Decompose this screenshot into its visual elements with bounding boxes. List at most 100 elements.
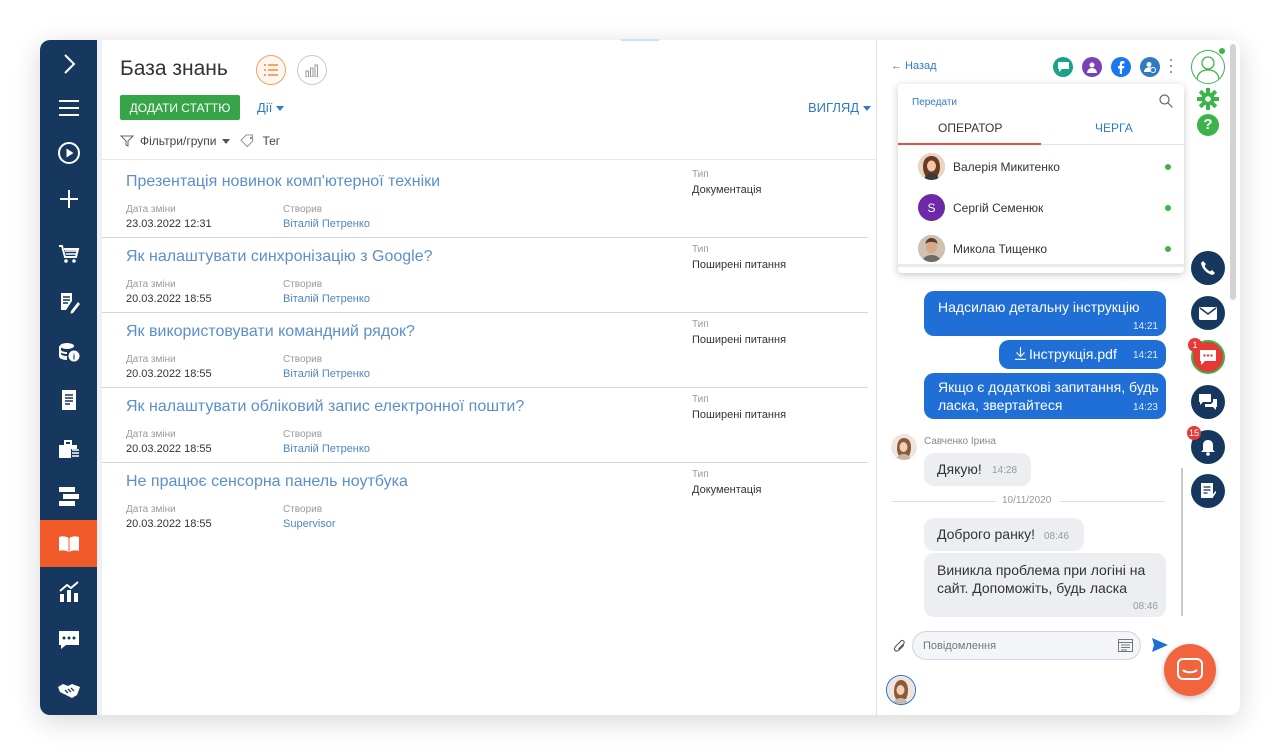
view-menu[interactable]: ВИГЛЯД [808,100,872,115]
message-input-wrapper [912,631,1141,660]
operator-name: Микола Тищенко [953,242,1048,256]
type-value: Поширені питання [692,409,787,421]
facebook-icon[interactable] [1111,57,1131,77]
date-value: 20.03.2022 18:55 [126,368,212,380]
file-attachment[interactable]: Інструкція.pdf [1015,345,1117,363]
author-link[interactable]: Віталій Петренко [283,368,370,380]
attachment-icon[interactable] [893,639,907,653]
tasks-button[interactable] [1191,474,1225,508]
author-link[interactable]: Supervisor [283,518,336,530]
date-value: 20.03.2022 18:55 [126,443,212,455]
date-label: Дата зміни [126,429,176,440]
list-view-button[interactable] [256,55,286,85]
list-item[interactable]: Не працює сенсорна панель ноутбука Дата … [102,462,868,537]
back-link[interactable]: ← Назад [891,60,937,72]
article-title[interactable]: Як використовувати командний рядок? [126,323,415,341]
feed-icon [1199,394,1217,410]
message-text-line1: Виникла проблема при логіні на [937,562,1146,578]
users-icon[interactable] [1082,57,1102,77]
template-icon[interactable] [1118,639,1133,652]
agent-avatar[interactable] [886,675,916,705]
type-label: Тип [692,394,709,405]
author-link[interactable]: Віталій Петренко [283,218,370,230]
list-item[interactable]: Презентація новинок комп'ютерної техніки… [102,162,868,238]
page-scrollbar[interactable] [1230,44,1236,300]
author-link[interactable]: Віталій Петренко [283,293,370,305]
date-value: 20.03.2022 18:55 [126,518,212,530]
date-value: 20.03.2022 18:55 [126,293,212,305]
message-text-line2: ласка, звертайтеся [938,397,1063,413]
type-value: Поширені питання [692,334,787,346]
online-status-dot [1165,164,1171,170]
list-item[interactable]: Як використовувати командний рядок? Дата… [102,312,868,388]
type-label: Тип [692,244,709,255]
author-link[interactable]: Віталій Петренко [283,443,370,455]
article-title[interactable]: Як налаштувати обліковий запис електронн… [126,398,524,416]
message-time: 08:46 [1044,531,1070,542]
author-label: Створив [283,279,323,290]
date-label: Дата зміни [126,204,176,215]
list-icon [264,64,278,76]
handshake-icon[interactable] [40,666,97,713]
help-icon[interactable]: ? [1197,114,1219,136]
page-title: База знань [120,57,228,80]
menu-icon[interactable] [40,84,97,131]
bell-icon [1201,439,1215,456]
finance-icon[interactable]: i [40,328,97,375]
chat-scrollbar[interactable] [1181,468,1183,616]
notifications-badge: 15 [1187,426,1202,440]
list-item[interactable]: Як налаштувати синхронізацію з Google? Д… [102,237,868,313]
tab-operator[interactable]: ОПЕРАТОР [938,121,1002,135]
operator-row[interactable]: Микола Тищенко [898,228,1184,269]
article-title[interactable]: Не працює сенсорна панель ноутбука [126,473,408,491]
list-item[interactable]: Як налаштувати обліковий запис електронн… [102,387,868,463]
analytics-view-button[interactable] [297,55,327,85]
more-menu-icon[interactable] [1169,59,1173,73]
plus-icon[interactable] [40,175,97,222]
cart-icon[interactable] [40,230,97,277]
filter-icon [120,135,134,147]
chat-launcher-button[interactable] [1164,644,1216,696]
feed-button[interactable] [1191,385,1225,419]
transfer-user-icon[interactable] [1140,57,1160,77]
expand-icon[interactable] [40,40,97,87]
chat-icon [1200,349,1216,365]
book-icon[interactable] [40,520,97,567]
tag-button[interactable]: Тег [262,134,280,148]
transfer-dropdown: Передати ОПЕРАТОР ЧЕРГА Валерія Микитенк… [898,84,1184,273]
steps-icon[interactable] [40,472,97,519]
article-title[interactable]: Презентація новинок комп'ютерної техніки [126,173,440,191]
file-message[interactable]: Інструкція.pdf 14:21 [999,340,1166,369]
analytics-icon[interactable] [40,568,97,615]
email-button[interactable] [1191,296,1225,330]
profile-avatar[interactable] [1191,50,1225,84]
filter-bar: Фільтри/групи Тег [120,134,280,148]
view-label: ВИГЛЯД [808,100,860,115]
operator-row[interactable]: S Сергій Семенюк [898,187,1184,228]
actions-label: Дії [257,100,273,115]
tab-queue[interactable]: ЧЕРГА [1095,121,1133,135]
article-title[interactable]: Як налаштувати синхронізацію з Google? [126,248,433,266]
document-icon[interactable] [40,376,97,423]
email-icon [1199,306,1217,320]
send-icon[interactable] [1152,638,1168,652]
operator-row[interactable]: Валерія Микитенко [898,146,1184,187]
play-icon[interactable] [40,129,97,176]
add-article-button[interactable]: ДОДАТИ СТАТТЮ [120,95,240,120]
filters-button[interactable]: Фільтри/групи [140,134,216,148]
briefcase-icon[interactable] [40,425,97,472]
chat-bubble-icon[interactable] [40,616,97,663]
search-icon[interactable] [1159,94,1173,108]
app-window: i База знань ДОДАТИ СТАТТЮ Дії ВИГЛЯД Фі… [40,40,1240,715]
bar-chart-icon [305,64,318,77]
actions-menu[interactable]: Дії [257,100,285,115]
chat-channel-icon[interactable] [1053,57,1073,77]
edit-document-icon[interactable] [40,279,97,326]
gear-icon[interactable] [1197,88,1219,110]
message-input[interactable] [921,637,1115,655]
message-text: Дякую! [937,461,982,477]
chevron-down-icon[interactable] [222,138,231,144]
active-tab-indicator [898,143,1041,145]
phone-button[interactable] [1191,251,1225,285]
avatar [918,235,945,262]
